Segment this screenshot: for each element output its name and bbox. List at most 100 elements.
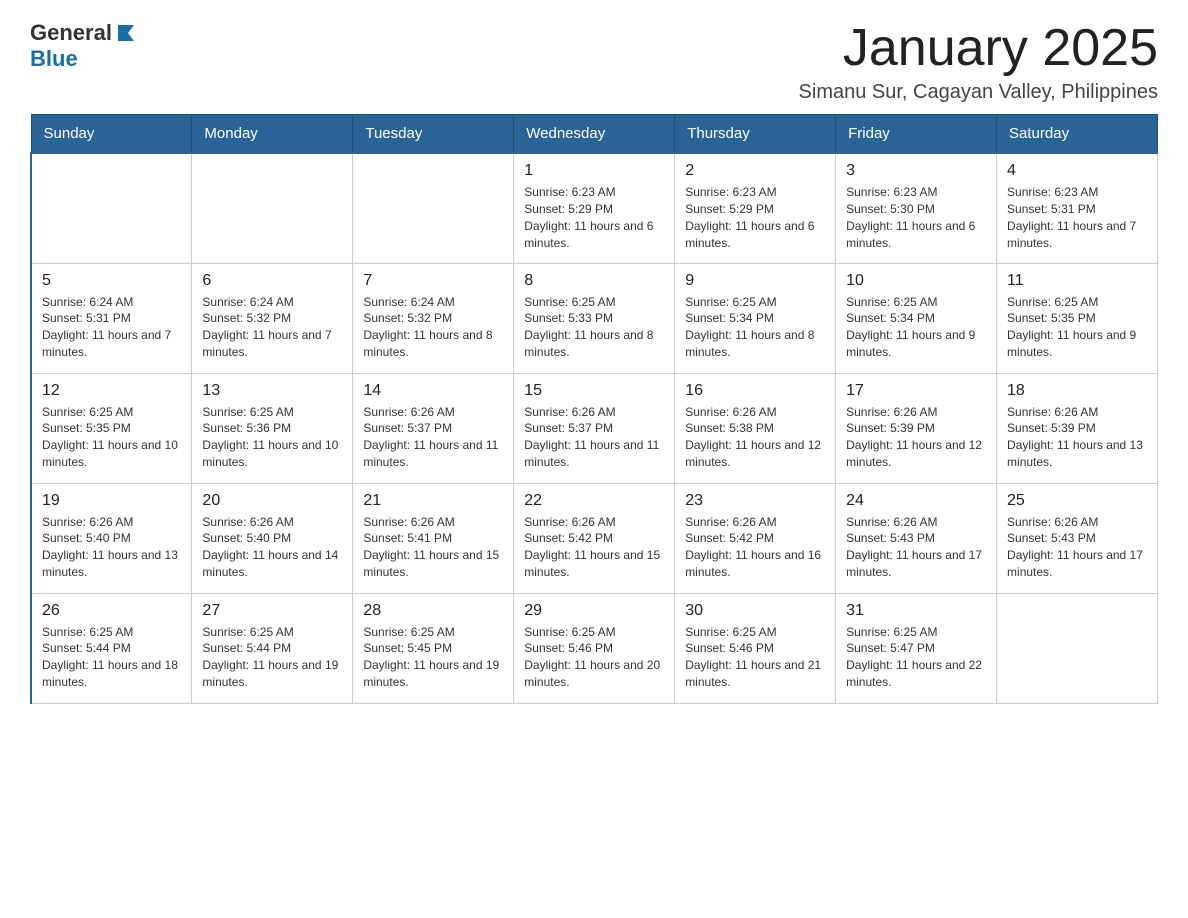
logo-blue-text: Blue xyxy=(30,46,78,71)
calendar-week-row: 26 Sunrise: 6:25 AM Sunset: 5:44 PM Dayli… xyxy=(31,593,1158,703)
calendar-cell: 16 Sunrise: 6:26 AM Sunset: 5:38 PM Dayli… xyxy=(675,373,836,483)
day-number: 22 xyxy=(524,492,664,510)
col-wednesday: Wednesday xyxy=(514,115,675,154)
calendar-cell xyxy=(31,153,192,263)
calendar-cell: 19 Sunrise: 6:26 AM Sunset: 5:40 PM Dayli… xyxy=(31,483,192,593)
day-info: Sunrise: 6:26 AM Sunset: 5:39 PM Dayligh… xyxy=(1007,404,1147,471)
day-info: Sunrise: 6:26 AM Sunset: 5:42 PM Dayligh… xyxy=(685,514,825,581)
day-info: Sunrise: 6:25 AM Sunset: 5:35 PM Dayligh… xyxy=(1007,294,1147,361)
day-info: Sunrise: 6:26 AM Sunset: 5:37 PM Dayligh… xyxy=(524,404,664,471)
day-info: Sunrise: 6:26 AM Sunset: 5:43 PM Dayligh… xyxy=(1007,514,1147,581)
day-number: 10 xyxy=(846,272,986,290)
calendar-cell: 22 Sunrise: 6:26 AM Sunset: 5:42 PM Dayli… xyxy=(514,483,675,593)
logo: General Blue xyxy=(30,20,140,72)
day-number: 4 xyxy=(1007,162,1147,180)
calendar-cell xyxy=(353,153,514,263)
day-info: Sunrise: 6:25 AM Sunset: 5:47 PM Dayligh… xyxy=(846,624,986,691)
day-number: 23 xyxy=(685,492,825,510)
day-info: Sunrise: 6:25 AM Sunset: 5:46 PM Dayligh… xyxy=(524,624,664,691)
day-number: 9 xyxy=(685,272,825,290)
calendar-cell: 15Sunrise: 6:26 AM Sunset: 5:37 PM Dayli… xyxy=(514,373,675,483)
calendar-title: January 2025 xyxy=(799,20,1158,77)
day-number: 29 xyxy=(524,602,664,620)
day-info: Sunrise: 6:23 AM Sunset: 5:30 PM Dayligh… xyxy=(846,184,986,251)
day-number: 12 xyxy=(42,382,181,400)
day-number: 16 xyxy=(685,382,825,400)
day-info: Sunrise: 6:25 AM Sunset: 5:44 PM Dayligh… xyxy=(202,624,342,691)
day-info: Sunrise: 6:26 AM Sunset: 5:40 PM Dayligh… xyxy=(202,514,342,581)
calendar-cell: 7 Sunrise: 6:24 AM Sunset: 5:32 PM Daylig… xyxy=(353,263,514,373)
col-thursday: Thursday xyxy=(675,115,836,154)
calendar-cell: 1 Sunrise: 6:23 AM Sunset: 5:29 PM Daylig… xyxy=(514,153,675,263)
day-number: 26 xyxy=(42,602,181,620)
day-number: 6 xyxy=(202,272,342,290)
calendar-cell: 29 Sunrise: 6:25 AM Sunset: 5:46 PM Dayli… xyxy=(514,593,675,703)
calendar-cell: 9 Sunrise: 6:25 AM Sunset: 5:34 PM Daylig… xyxy=(675,263,836,373)
day-info: Sunrise: 6:24 AM Sunset: 5:31 PM Dayligh… xyxy=(42,294,181,361)
calendar-cell: 30 Sunrise: 6:25 AM Sunset: 5:46 PM Dayli… xyxy=(675,593,836,703)
logo-general-text: General xyxy=(30,20,112,46)
calendar-header: Sunday Monday Tuesday Wednesday Thursday… xyxy=(31,115,1158,154)
day-info: Sunrise: 6:26 AM Sunset: 5:37 PM Dayligh… xyxy=(363,404,503,471)
calendar-cell: 3 Sunrise: 6:23 AM Sunset: 5:30 PM Daylig… xyxy=(836,153,997,263)
title-section: January 2025 Simanu Sur, Cagayan Valley,… xyxy=(799,20,1158,104)
col-saturday: Saturday xyxy=(997,115,1158,154)
day-info: Sunrise: 6:26 AM Sunset: 5:38 PM Dayligh… xyxy=(685,404,825,471)
day-number: 14 xyxy=(363,382,503,400)
day-number: 8 xyxy=(524,272,664,290)
calendar-cell xyxy=(192,153,353,263)
header-row: Sunday Monday Tuesday Wednesday Thursday… xyxy=(31,115,1158,154)
day-number: 18 xyxy=(1007,382,1147,400)
calendar-cell: 14 Sunrise: 6:26 AM Sunset: 5:37 PM Dayli… xyxy=(353,373,514,483)
day-number: 17 xyxy=(846,382,986,400)
calendar-cell: 25 Sunrise: 6:26 AM Sunset: 5:43 PM Dayli… xyxy=(997,483,1158,593)
calendar-cell: 5Sunrise: 6:24 AM Sunset: 5:31 PM Daylig… xyxy=(31,263,192,373)
calendar-cell: 12 Sunrise: 6:25 AM Sunset: 5:35 PM Dayli… xyxy=(31,373,192,483)
calendar-week-row: 1 Sunrise: 6:23 AM Sunset: 5:29 PM Daylig… xyxy=(31,153,1158,263)
col-tuesday: Tuesday xyxy=(353,115,514,154)
calendar-cell: 13Sunrise: 6:25 AM Sunset: 5:36 PM Dayli… xyxy=(192,373,353,483)
calendar-week-row: 5Sunrise: 6:24 AM Sunset: 5:31 PM Daylig… xyxy=(31,263,1158,373)
calendar-body: 1 Sunrise: 6:23 AM Sunset: 5:29 PM Daylig… xyxy=(31,153,1158,703)
day-info: Sunrise: 6:25 AM Sunset: 5:46 PM Dayligh… xyxy=(685,624,825,691)
day-info: Sunrise: 6:26 AM Sunset: 5:43 PM Dayligh… xyxy=(846,514,986,581)
day-number: 25 xyxy=(1007,492,1147,510)
calendar-cell: 23 Sunrise: 6:26 AM Sunset: 5:42 PM Dayli… xyxy=(675,483,836,593)
calendar-cell: 2 Sunrise: 6:23 AM Sunset: 5:29 PM Daylig… xyxy=(675,153,836,263)
calendar-cell: 17Sunrise: 6:26 AM Sunset: 5:39 PM Dayli… xyxy=(836,373,997,483)
calendar-cell xyxy=(997,593,1158,703)
day-number: 1 xyxy=(524,162,664,180)
day-number: 30 xyxy=(685,602,825,620)
calendar-cell: 31 Sunrise: 6:25 AM Sunset: 5:47 PM Dayli… xyxy=(836,593,997,703)
day-info: Sunrise: 6:25 AM Sunset: 5:44 PM Dayligh… xyxy=(42,624,181,691)
day-info: Sunrise: 6:25 AM Sunset: 5:36 PM Dayligh… xyxy=(202,404,342,471)
day-info: Sunrise: 6:24 AM Sunset: 5:32 PM Dayligh… xyxy=(363,294,503,361)
logo-flag-icon xyxy=(114,21,138,45)
day-number: 7 xyxy=(363,272,503,290)
calendar-cell: 28 Sunrise: 6:25 AM Sunset: 5:45 PM Dayli… xyxy=(353,593,514,703)
day-number: 21 xyxy=(363,492,503,510)
calendar-week-row: 19 Sunrise: 6:26 AM Sunset: 5:40 PM Dayli… xyxy=(31,483,1158,593)
day-number: 2 xyxy=(685,162,825,180)
day-info: Sunrise: 6:25 AM Sunset: 5:34 PM Dayligh… xyxy=(846,294,986,361)
day-number: 19 xyxy=(42,492,181,510)
day-info: Sunrise: 6:26 AM Sunset: 5:40 PM Dayligh… xyxy=(42,514,181,581)
day-number: 3 xyxy=(846,162,986,180)
calendar-week-row: 12 Sunrise: 6:25 AM Sunset: 5:35 PM Dayli… xyxy=(31,373,1158,483)
calendar-table: Sunday Monday Tuesday Wednesday Thursday… xyxy=(30,114,1158,704)
day-info: Sunrise: 6:25 AM Sunset: 5:45 PM Dayligh… xyxy=(363,624,503,691)
day-number: 28 xyxy=(363,602,503,620)
calendar-cell: 20Sunrise: 6:26 AM Sunset: 5:40 PM Dayli… xyxy=(192,483,353,593)
day-info: Sunrise: 6:25 AM Sunset: 5:35 PM Dayligh… xyxy=(42,404,181,471)
day-info: Sunrise: 6:25 AM Sunset: 5:34 PM Dayligh… xyxy=(685,294,825,361)
calendar-cell: 21Sunrise: 6:26 AM Sunset: 5:41 PM Dayli… xyxy=(353,483,514,593)
day-number: 24 xyxy=(846,492,986,510)
day-number: 31 xyxy=(846,602,986,620)
day-number: 27 xyxy=(202,602,342,620)
day-info: Sunrise: 6:23 AM Sunset: 5:29 PM Dayligh… xyxy=(524,184,664,251)
day-info: Sunrise: 6:23 AM Sunset: 5:29 PM Dayligh… xyxy=(685,184,825,251)
day-info: Sunrise: 6:26 AM Sunset: 5:42 PM Dayligh… xyxy=(524,514,664,581)
col-friday: Friday xyxy=(836,115,997,154)
calendar-cell: 10 Sunrise: 6:25 AM Sunset: 5:34 PM Dayli… xyxy=(836,263,997,373)
page-header: General Blue January 2025 Simanu Sur, Ca… xyxy=(30,20,1158,104)
